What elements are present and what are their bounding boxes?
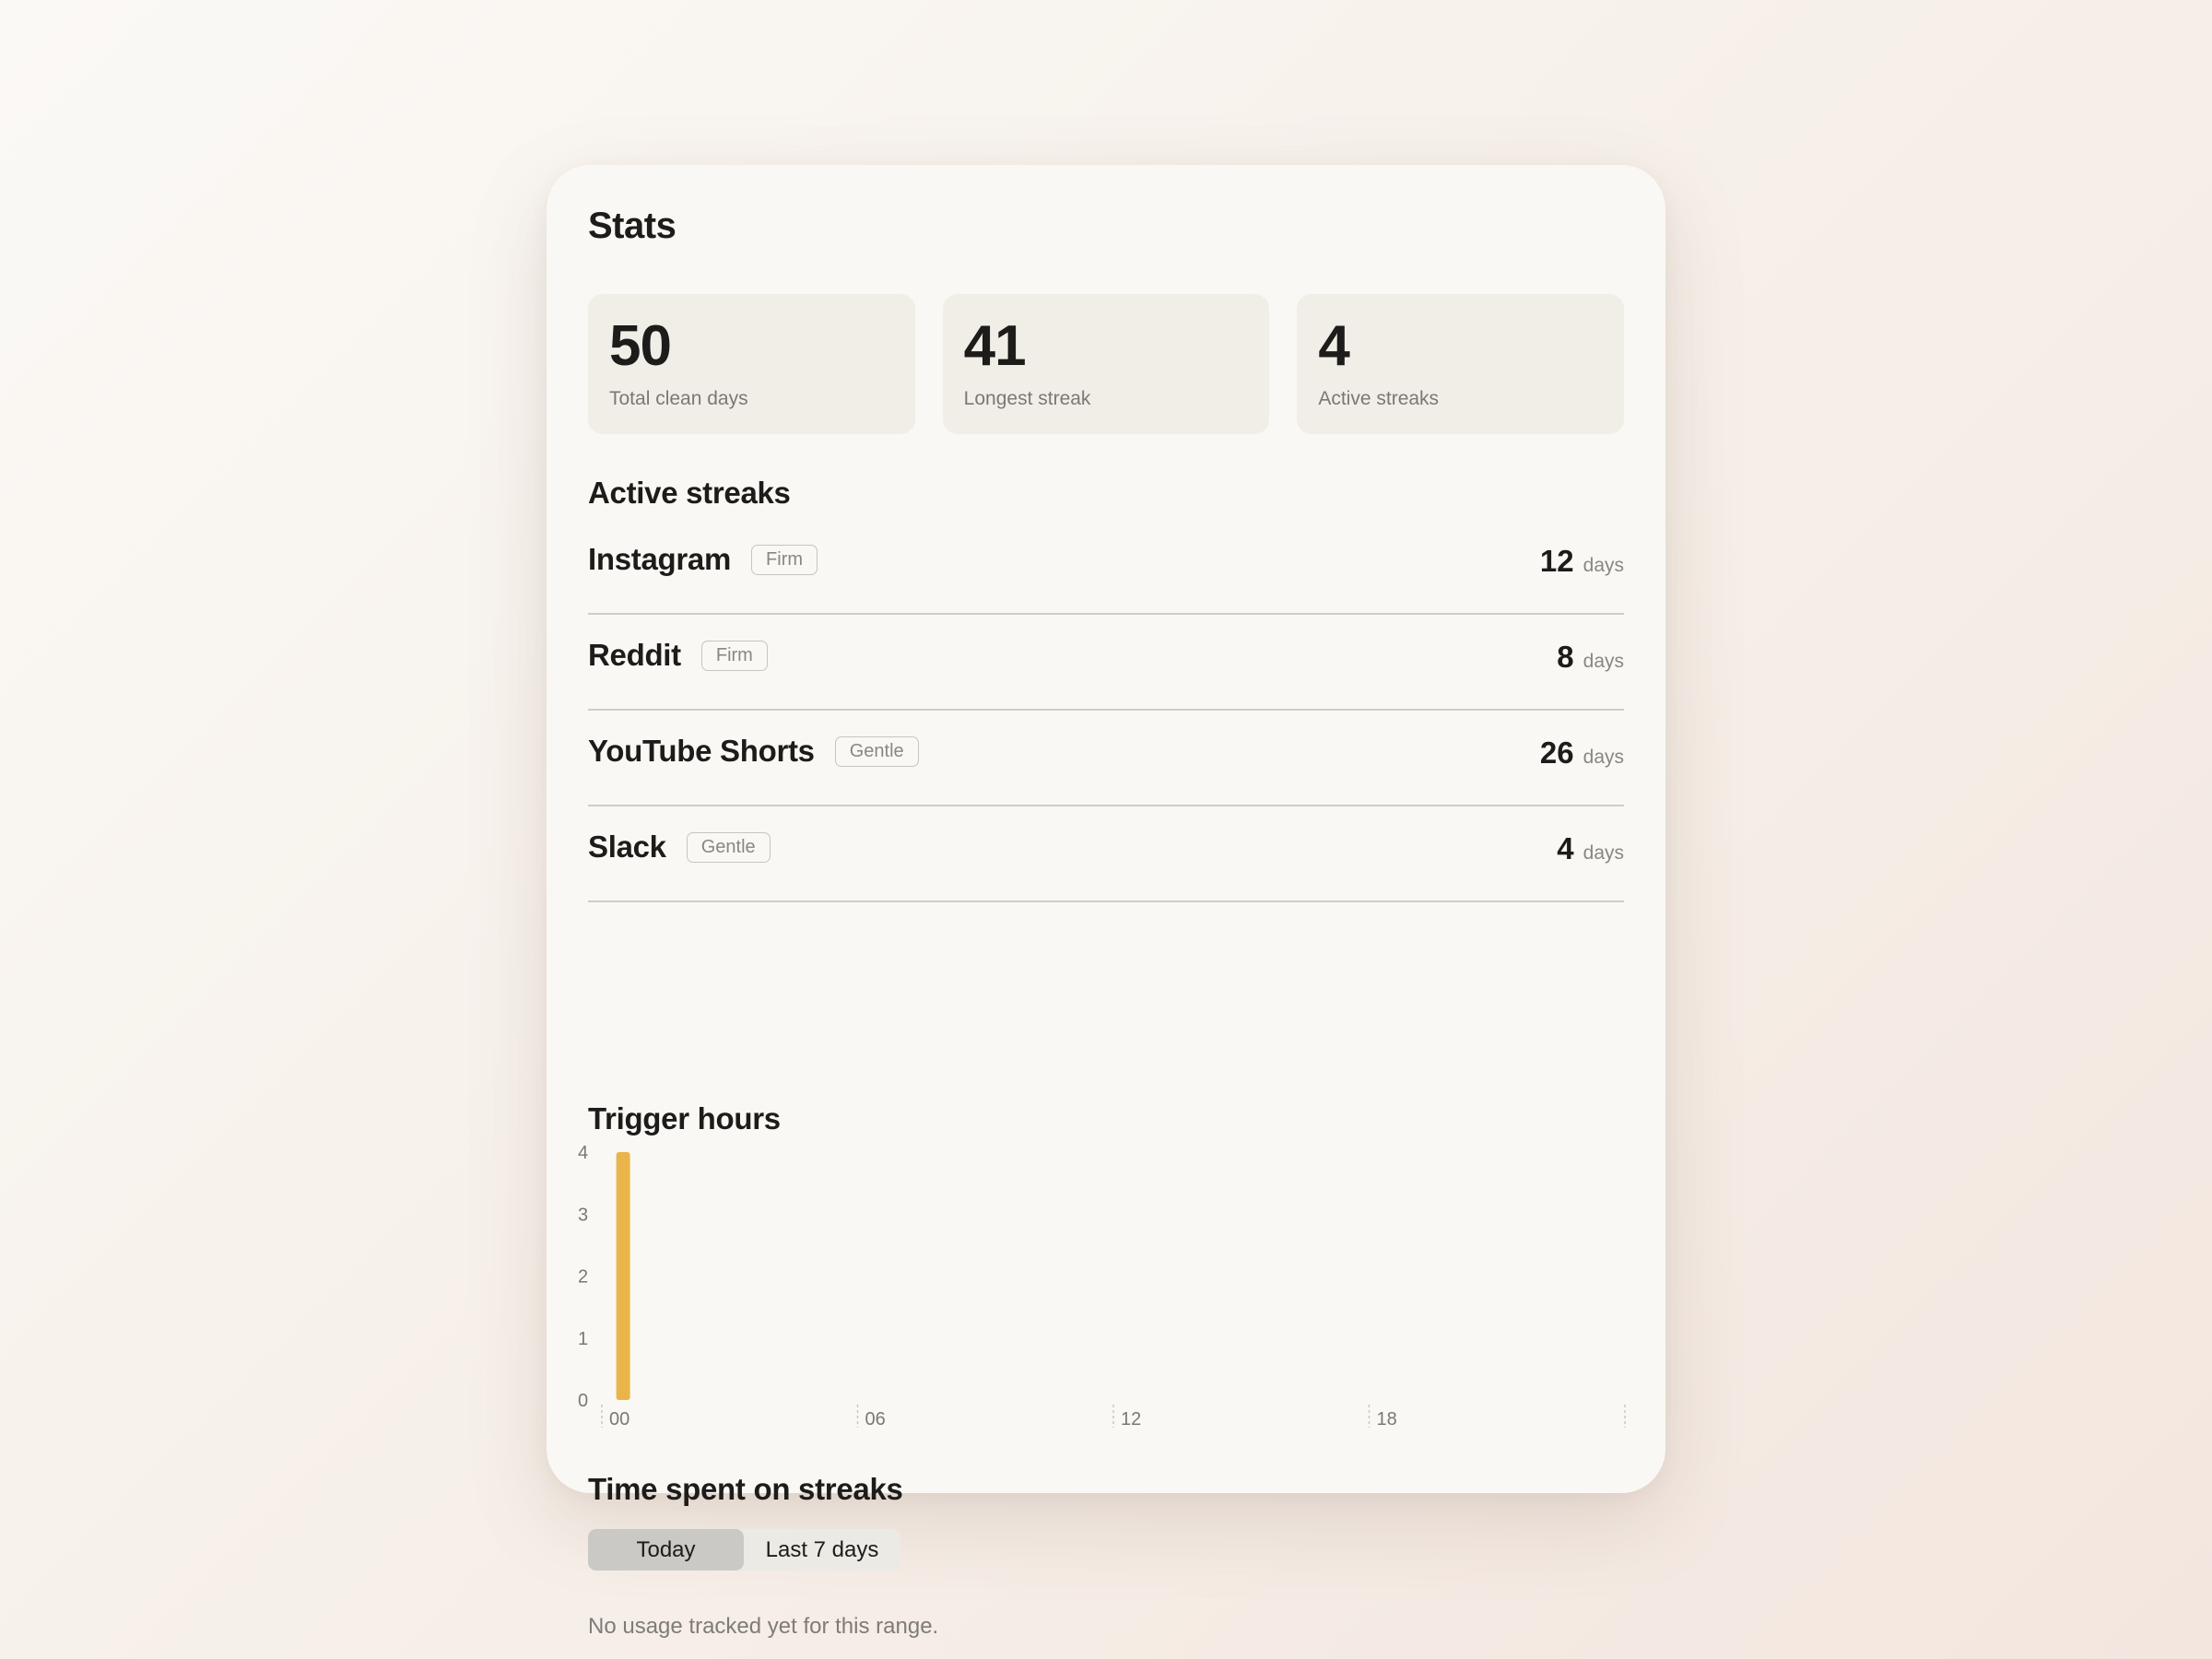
summary-card-active-streaks: 4 Active streaks [1297,294,1625,434]
streak-days-count: 26 [1539,735,1574,770]
streak-row-reddit[interactable]: Reddit Firm 8 days [588,615,1624,711]
streak-name: YouTube Shorts [588,734,815,768]
streak-days-unit: days [1583,842,1624,864]
y-tick-label: 4 [578,1143,588,1163]
summary-label: Active streaks [1318,388,1440,409]
time-range-segmented-control: Today Last 7 days [588,1529,900,1571]
streak-days-unit: days [1583,555,1624,576]
summary-value: 41 [963,314,1027,378]
y-tick-label: 0 [578,1391,588,1411]
streak-mode-badge: Firm [751,544,818,575]
x-tick-label: 18 [1377,1409,1397,1430]
streak-mode-badge: Gentle [686,831,771,863]
streak-right: 8 days [1557,640,1624,675]
x-tick-label: 06 [865,1409,886,1430]
streak-days-unit: days [1583,651,1624,672]
trigger-hours-svg: 0123400 06 12 18 [578,1143,1626,1430]
trigger-hours-chart: 0 1 2 3 4 00 06 12 18 [574,1133,1643,1437]
bar-hour-0 [616,1152,630,1400]
streak-days-count: 8 [1557,640,1574,674]
summary-card-longest-streak: 41 Longest streak [942,294,1270,434]
summary-label: Longest streak [963,388,1091,409]
tab-today[interactable]: Today [588,1529,744,1571]
x-tick-label: 00 [609,1409,629,1430]
streak-name: Slack [588,830,666,864]
streak-row-youtube-shorts[interactable]: YouTube Shorts Gentle 26 days [588,711,1624,806]
summary-value: 50 [609,314,672,378]
streak-left: YouTube Shorts Gentle [588,734,919,769]
summary-value: 4 [1318,314,1349,378]
empty-usage-message: No usage tracked yet for this range. [588,1614,939,1639]
streak-name: Reddit [588,638,681,672]
streak-mode-badge: Firm [700,640,768,671]
streak-left: Instagram Firm [588,542,818,577]
summary-card-total-clean-days: 50 Total clean days [588,294,915,434]
streak-days-count: 12 [1539,544,1574,578]
summary-label: Total clean days [609,388,748,409]
stats-panel: Stats 50 Total clean days 41 Longest str… [547,165,1665,1639]
active-streaks-heading: Active streaks [588,476,791,510]
streak-days-count: 4 [1557,831,1574,865]
streak-left: Slack Gentle [588,830,771,865]
y-tick-label: 3 [578,1205,588,1225]
streak-list: Instagram Firm 12 days Reddit Firm 8 day… [588,519,1624,902]
streak-right: 26 days [1540,735,1624,771]
time-spent-heading: Time spent on streaks [588,1472,903,1506]
streak-right: 4 days [1557,831,1624,866]
trigger-hours-heading: Trigger hours [588,1101,781,1135]
x-tick-label: 12 [1121,1409,1141,1430]
streak-right: 12 days [1540,544,1624,579]
y-tick-label: 2 [578,1267,588,1288]
summary-cards: 50 Total clean days 41 Longest streak 4 … [588,294,1625,434]
tab-last-7-days[interactable]: Last 7 days [744,1529,900,1571]
streak-row-instagram[interactable]: Instagram Firm 12 days [588,519,1624,615]
streak-name: Instagram [588,542,732,576]
streak-left: Reddit Firm [588,638,768,673]
streak-days-unit: days [1583,747,1624,768]
y-tick-label: 1 [578,1329,588,1349]
streak-row-slack[interactable]: Slack Gentle 4 days [588,806,1624,902]
page-title: Stats [588,206,677,246]
streak-mode-badge: Gentle [834,735,919,767]
